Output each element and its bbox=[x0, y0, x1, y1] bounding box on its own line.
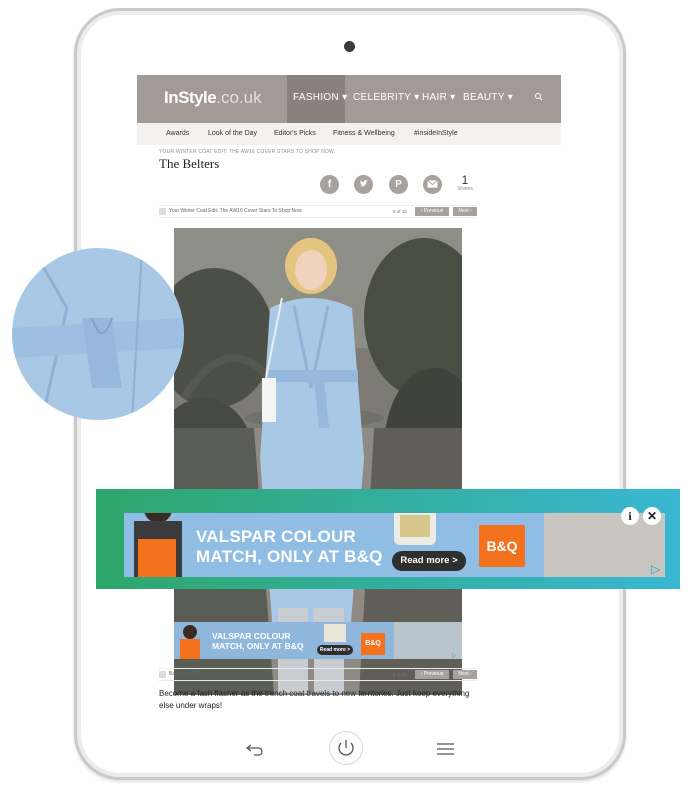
subnav-look-of-the-day[interactable]: Look of the Day bbox=[208, 130, 257, 137]
nav-celebrity-label: CELEBRITY bbox=[353, 92, 412, 103]
twitter-bird-glyph bbox=[359, 180, 368, 187]
subnav-fitness-wellbeing[interactable]: Fitness & Wellbeing bbox=[333, 130, 395, 137]
previous-button-bottom[interactable]: ‹ Previous bbox=[415, 670, 449, 679]
read-more-button[interactable]: Read more > bbox=[392, 551, 466, 571]
in-page-ad-line2: MATCH, ONLY AT B&Q bbox=[212, 641, 304, 651]
back-arrow-icon[interactable] bbox=[246, 741, 264, 757]
logo-domain: .co.uk bbox=[216, 88, 262, 107]
in-page-ad-brand: B&Q bbox=[361, 633, 385, 655]
gallery-counter: 8 of 15 bbox=[393, 209, 407, 214]
envelope-glyph bbox=[427, 180, 438, 188]
page-title: The Belters bbox=[159, 156, 220, 171]
nav-fashion[interactable]: FASHION ▾ bbox=[293, 92, 347, 103]
twitter-icon[interactable] bbox=[354, 175, 373, 194]
close-icon[interactable]: ✕ bbox=[643, 507, 661, 525]
next-button[interactable]: Next › bbox=[453, 207, 477, 216]
gallery-nav-top: Your Winter Coat Edit: The AW16 Cover St… bbox=[159, 205, 477, 218]
camera-icon bbox=[344, 41, 355, 52]
nav-beauty[interactable]: BEAUTY ▾ bbox=[463, 92, 513, 103]
facebook-icon[interactable]: f bbox=[320, 175, 339, 194]
pinterest-icon[interactable]: P bbox=[389, 175, 408, 194]
site-header: InStyle.co.uk FASHION ▾ CELEBRITY ▾ HAIR… bbox=[137, 75, 561, 123]
in-page-ad-read-more[interactable]: Read more > bbox=[317, 645, 353, 655]
nav-celebrity[interactable]: CELEBRITY ▾ bbox=[353, 92, 420, 103]
email-icon[interactable] bbox=[423, 175, 442, 194]
zoomed-ad-text: VALSPAR COLOUR MATCH, ONLY AT B&Q bbox=[196, 527, 383, 567]
sub-navigation: Awards Look of the Day Editor's Picks Fi… bbox=[137, 123, 561, 145]
share-count: 1 bbox=[461, 173, 469, 187]
site-logo[interactable]: InStyle.co.uk bbox=[164, 88, 262, 108]
power-button[interactable] bbox=[329, 731, 363, 765]
logo-bold: InStyle bbox=[164, 88, 217, 107]
in-page-ad[interactable]: ▷ VALSPAR COLOUR MATCH, ONLY AT B&Q Read … bbox=[174, 622, 462, 659]
zoom-magnifier-coat-belt bbox=[12, 248, 184, 420]
gallery-nav-bottom: Back to gallery 8 of 15 ‹ Previous Next … bbox=[159, 668, 477, 681]
bq-logo: B&Q bbox=[479, 525, 525, 567]
zoomed-ad[interactable]: ▷ VALSPAR COLOUR MATCH, ONLY AT B&Q Read … bbox=[124, 513, 665, 577]
share-label: Shares bbox=[457, 186, 473, 192]
svg-text:▷: ▷ bbox=[452, 653, 457, 659]
subnav-awards[interactable]: Awards bbox=[166, 130, 189, 137]
nav-fashion-label: FASHION bbox=[293, 92, 339, 103]
gallery-thumbnail-icon bbox=[159, 208, 166, 215]
power-icon bbox=[338, 740, 354, 756]
gallery-title-link[interactable]: Your Winter Coat Edit: The AW16 Cover St… bbox=[169, 208, 302, 214]
article-kicker[interactable]: YOUR WINTER COAT EDIT: THE AW16 COVER ST… bbox=[159, 149, 334, 155]
in-page-ad-text: VALSPAR COLOUR MATCH, ONLY AT B&Q bbox=[212, 631, 303, 651]
menu-icon[interactable] bbox=[436, 743, 455, 755]
next-button-bottom[interactable]: Next › bbox=[453, 670, 477, 679]
nav-hair[interactable]: HAIR ▾ bbox=[422, 92, 456, 103]
previous-button[interactable]: ‹ Previous bbox=[415, 207, 449, 216]
in-page-ad-line1: VALSPAR COLOUR bbox=[212, 631, 291, 641]
article-description: Become a fash flasher as the trench coat… bbox=[159, 689, 470, 710]
gallery-back-icon bbox=[159, 671, 166, 678]
zoomed-ad-line2: MATCH, ONLY AT B&Q bbox=[196, 547, 383, 566]
nav-hair-label: HAIR bbox=[422, 92, 448, 103]
back-to-gallery-link[interactable]: Back to gallery bbox=[169, 671, 202, 677]
search-icon[interactable] bbox=[534, 90, 544, 104]
zoomed-ad-line1: VALSPAR COLOUR bbox=[196, 527, 356, 546]
ad-info-icon[interactable]: i bbox=[621, 507, 639, 525]
gallery-counter-bottom: 8 of 15 bbox=[393, 672, 407, 677]
subnav-editors-picks[interactable]: Editor's Picks bbox=[274, 130, 316, 137]
svg-text:▷: ▷ bbox=[651, 562, 661, 576]
subnav-inside-instyle[interactable]: #insideInStyle bbox=[414, 130, 458, 137]
nav-beauty-label: BEAUTY bbox=[463, 92, 505, 103]
